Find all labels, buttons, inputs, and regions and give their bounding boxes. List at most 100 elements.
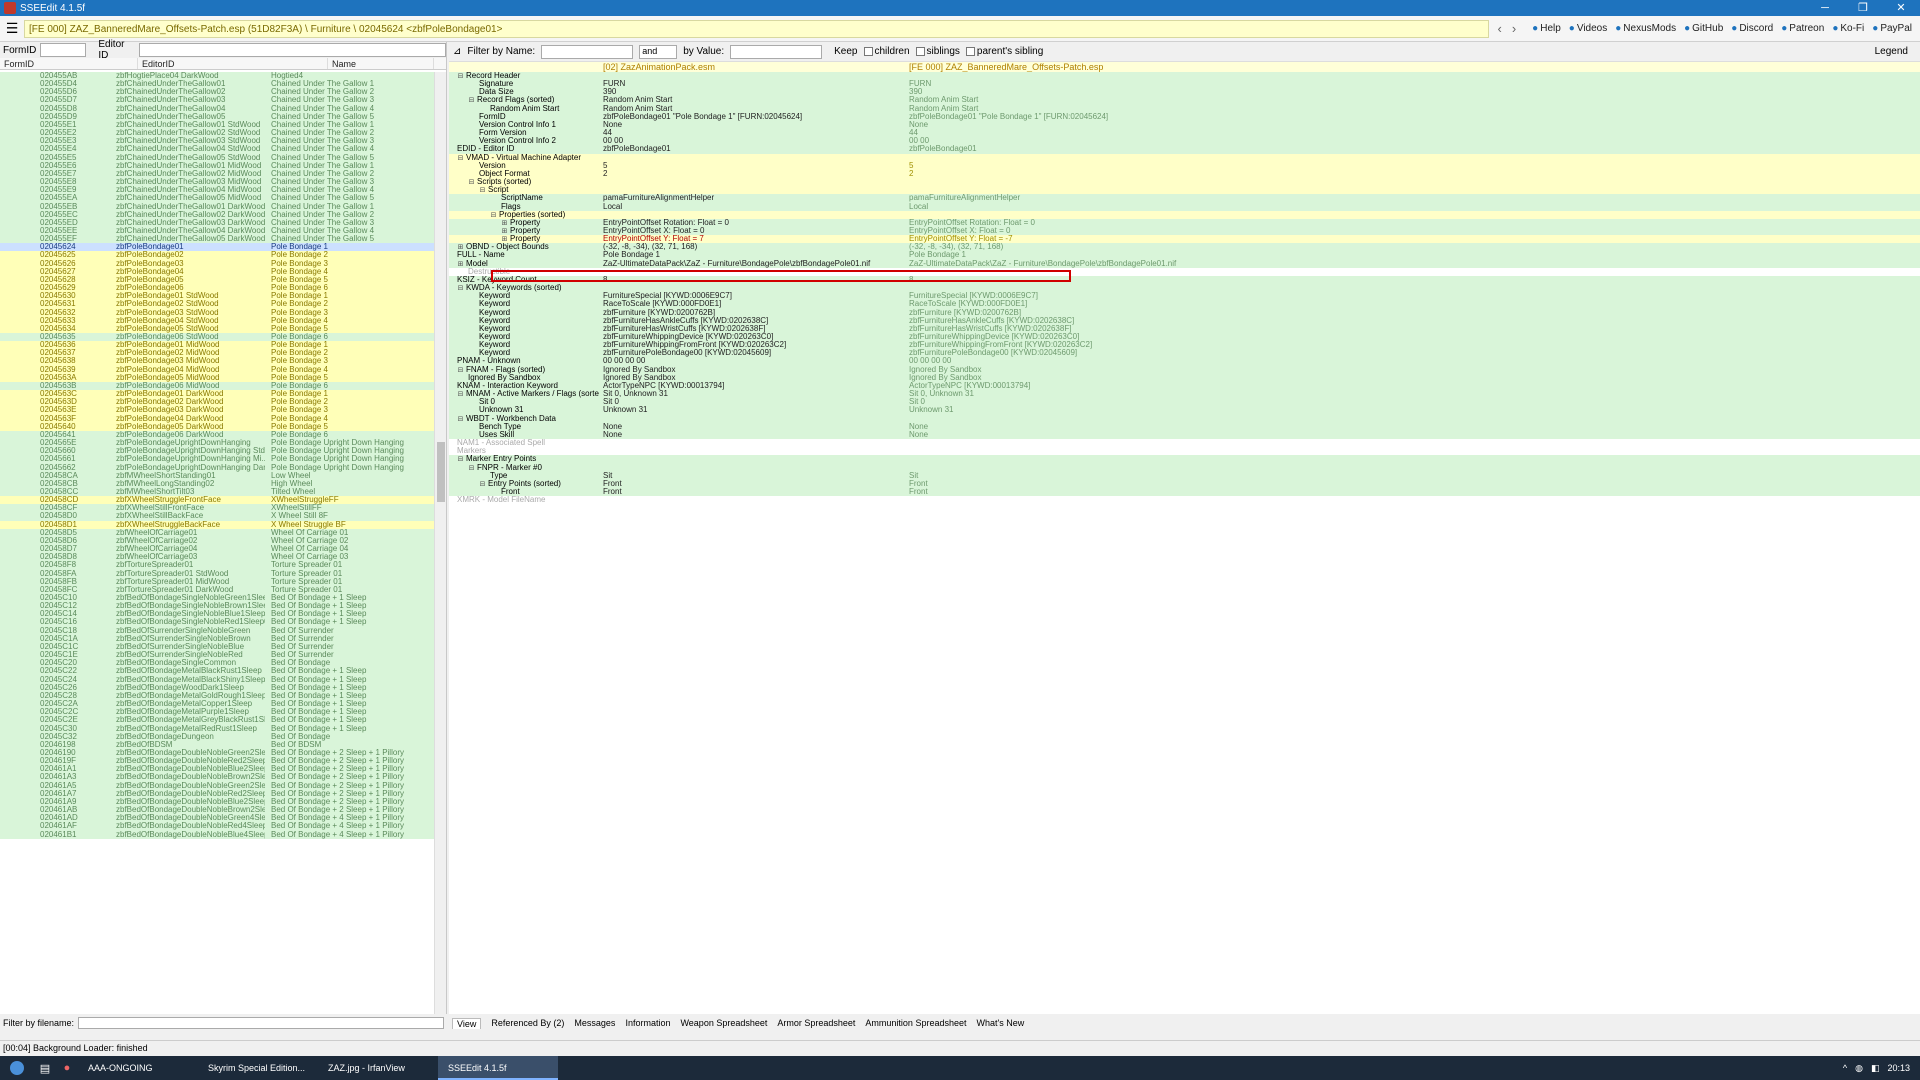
expand-icon[interactable]: ⊞ — [457, 244, 464, 251]
record-row[interactable]: 02045640 zbfPoleBondage05 DarkWood Pole Bo… — [0, 422, 434, 431]
field-row[interactable]: ⊟ Marker Entry Points — [449, 455, 1920, 464]
field-row[interactable]: ⊟ VMAD - Virtual Machine Adapter — [449, 153, 1920, 162]
field-row[interactable]: Keyword zbfFurnitureWhippingDevice [KYWD:… — [449, 333, 1920, 342]
taskbar-item[interactable]: AAA-ONGOING — [78, 1056, 198, 1080]
patch-value[interactable]: Random Anim Start — [905, 96, 1920, 104]
collapse-icon[interactable]: ⊟ — [457, 73, 464, 80]
expand-icon[interactable]: ⊞ — [501, 236, 508, 243]
master-value[interactable] — [599, 415, 905, 423]
close-icon[interactable]: ✕ — [1882, 0, 1920, 16]
record-row[interactable]: 02045633 zbfPoleBondage04 StdWood Pole Bon… — [0, 316, 434, 325]
record-row[interactable]: 02045631 zbfPoleBondage02 StdWood Pole Bon… — [0, 300, 434, 309]
collapse-icon[interactable]: ⊟ — [468, 179, 475, 186]
field-row[interactable]: FormID zbfPoleBondage01 "Pole Bondage 1" … — [449, 112, 1920, 121]
col-name[interactable]: Name — [328, 58, 434, 69]
field-row[interactable]: Signature FURN FURN — [449, 80, 1920, 89]
link-nexusmods[interactable]: ● NexusMods — [1615, 23, 1676, 34]
patch-value[interactable]: (-32, -8, -34), (32, 71, 168) — [905, 243, 1920, 251]
record-row[interactable]: 020455E3 zbfChainedUnderTheGallow03 StdWo… — [0, 137, 434, 146]
patch-value[interactable]: Local — [905, 203, 1920, 211]
field-row[interactable]: ⊟ Script — [449, 186, 1920, 195]
master-value[interactable]: ActorTypeNPC [KYWD:00013794] — [599, 382, 905, 390]
master-value[interactable]: Front — [599, 488, 905, 496]
record-row[interactable]: 020461B1 zbfBedOfBondageDoubleNobleBlue4S… — [0, 830, 434, 839]
expand-icon[interactable]: ⊞ — [501, 220, 508, 227]
patch-value[interactable]: zbfPoleBondage01 — [905, 145, 1920, 153]
record-row[interactable]: 020458D1 zbfXWheelStruggleBackFace X Wheel… — [0, 520, 434, 529]
field-row[interactable]: ⊞ Model ZaZ-UltimateDataPack\ZaZ - Furnitu… — [449, 259, 1920, 268]
record-row[interactable]: 020455E4 zbfChainedUnderTheGallow04 StdWo… — [0, 145, 434, 154]
master-value[interactable]: zbfPoleBondage01 — [599, 145, 905, 153]
master-value[interactable]: Front — [599, 480, 905, 488]
field-row[interactable]: ⊟ Properties (sorted) — [449, 210, 1920, 219]
patch-value[interactable]: None — [905, 423, 1920, 431]
record-row[interactable]: 02045637 zbfPoleBondage02 MidWood Pole Bon… — [0, 349, 434, 358]
patch-value[interactable]: 00 00 00 00 — [905, 357, 1920, 365]
taskbar-item[interactable]: SSEEdit 4.1.5f — [438, 1056, 558, 1080]
field-row[interactable]: Uses Skill None None — [449, 430, 1920, 440]
record-row[interactable]: 020458CB zbfMWheelLongStanding02 High Whee… — [0, 479, 434, 488]
link-videos[interactable]: ● Videos — [1569, 23, 1607, 34]
forward-icon[interactable]: › — [1512, 21, 1516, 36]
patch-value[interactable]: Ignored By Sandbox — [905, 374, 1920, 382]
record-row[interactable]: 02045C26 zbfBedOfBondageWoodDark1Sleep Bed… — [0, 683, 434, 692]
record-row[interactable]: 02045C10 zbfBedOfBondageSingleNobleGreen1… — [0, 594, 434, 603]
patch-value[interactable]: 2 — [905, 170, 1920, 178]
record-row[interactable]: 020458CA zbfMWheelShortStanding01 Low Whee… — [0, 471, 434, 480]
siblings-checkbox[interactable] — [915, 46, 925, 56]
master-value[interactable]: None — [599, 423, 905, 431]
patch-value[interactable]: 5 — [905, 162, 1920, 170]
tab-ammunition-spreadsheet[interactable]: Ammunition Spreadsheet — [865, 1018, 966, 1028]
link-discord[interactable]: ● Discord — [1731, 23, 1773, 34]
record-row[interactable]: 02045627 zbfPoleBondage04 Pole Bondage 4 — [0, 267, 434, 276]
patch-value[interactable] — [905, 211, 1920, 219]
collapse-icon[interactable]: ⊟ — [468, 97, 475, 104]
field-row[interactable]: ⊟ WBDT - Workbench Data — [449, 414, 1920, 423]
field-row[interactable]: ⊞ Property EntryPointOffset Rotation: Floa… — [449, 218, 1920, 227]
record-row[interactable]: 020455EC zbfChainedUnderTheGallow02 DarkW… — [0, 210, 434, 219]
master-value[interactable] — [599, 455, 905, 463]
master-value[interactable]: zbfFurnitureHasWristCuffs [KYWD:0202638F… — [599, 325, 905, 333]
record-row[interactable]: 02045C28 zbfBedOfBondageMetalGoldRough1Sl… — [0, 691, 434, 701]
patch-file-header[interactable]: [FE 000] ZAZ_BanneredMare_Offsets-Patch.… — [905, 62, 1103, 72]
parents-sibling-checkbox[interactable] — [965, 46, 975, 56]
record-row[interactable]: 020458D5 zbfWheelOfCarriage01 Wheel Of Car… — [0, 528, 434, 537]
col-formid[interactable]: FormID — [0, 58, 138, 69]
record-row[interactable]: 020455EF zbfChainedUnderTheGallow05 DarkW… — [0, 235, 434, 244]
patch-value[interactable]: Sit 0, Unknown 31 — [905, 390, 1920, 398]
patch-value[interactable]: Front — [905, 480, 1920, 488]
record-row[interactable]: 020455E9 zbfChainedUnderTheGallow04 MidWo… — [0, 186, 434, 195]
collapse-icon[interactable]: ⊟ — [468, 465, 475, 472]
taskbar-pin-icon[interactable]: ▤ — [34, 1062, 56, 1075]
master-value[interactable] — [599, 178, 905, 186]
record-row[interactable]: 020455EE zbfChainedUnderTheGallow04 DarkW… — [0, 226, 434, 236]
master-value[interactable]: zbfFurniturePoleBondage00 [KYWD:02045609… — [599, 349, 905, 357]
master-value[interactable]: None — [599, 431, 905, 439]
record-row[interactable]: 02045C24 zbfBedOfBondageMetalBlackShiny1S… — [0, 675, 434, 684]
field-row[interactable]: Bench Type None None — [449, 422, 1920, 431]
record-row[interactable]: 020461AB zbfBedOfBondageDoubleNobleBrown2… — [0, 806, 434, 815]
record-row[interactable]: 020455ED zbfChainedUnderTheGallow03 DarkW… — [0, 218, 434, 227]
patch-value[interactable]: 00 00 — [905, 137, 1920, 145]
patch-value[interactable] — [905, 284, 1920, 292]
record-row[interactable]: 02045630 zbfPoleBondage01 StdWood Pole Bon… — [0, 292, 434, 301]
record-row[interactable]: 0204563A zbfPoleBondage05 MidWood Pole Bon… — [0, 373, 434, 382]
patch-value[interactable]: pamaFurnitureAlignmentHelper — [905, 194, 1920, 202]
record-row[interactable]: 02045624 zbfPoleBondage01 Pole Bondage 1 — [0, 243, 434, 252]
record-row[interactable]: 02045C20 zbfBedOfBondageSingleCommon Bed O… — [0, 659, 434, 668]
field-row[interactable]: ScriptName pamaFurnitureAlignmentHelper pa… — [449, 194, 1920, 203]
record-row[interactable]: 02045C1C zbfBedOfSurrenderSingleNobleBlue… — [0, 642, 434, 652]
field-row[interactable]: Flags Local Local — [449, 202, 1920, 211]
record-row[interactable]: 02045641 zbfPoleBondage06 DarkWood Pole Bo… — [0, 430, 434, 440]
firefox-icon[interactable]: ● — [56, 1062, 78, 1074]
field-row[interactable]: Ignored By Sandbox Ignored By Sandbox Igno… — [449, 373, 1920, 382]
record-row[interactable]: 020461A7 zbfBedOfBondageDoubleNobleRed2Sl… — [0, 789, 434, 798]
record-row[interactable]: 02045C12 zbfBedOfBondageSingleNobleBrown1… — [0, 602, 434, 611]
filter-name-input[interactable] — [541, 44, 634, 59]
record-row[interactable]: 020461A9 zbfBedOfBondageDoubleNobleBlue2S… — [0, 797, 434, 807]
patch-value[interactable]: 390 — [905, 88, 1920, 96]
record-row[interactable]: 020458CC zbfMWheelShortTilt03 Tilted Wheel — [0, 487, 434, 497]
record-row[interactable]: 020455E5 zbfChainedUnderTheGallow05 StdWo… — [0, 153, 434, 162]
record-row[interactable]: 020461AD zbfBedOfBondageDoubleNobleGreen4… — [0, 814, 434, 823]
record-row[interactable]: 0204563C zbfPoleBondage01 DarkWood Pole Bo… — [0, 390, 434, 399]
